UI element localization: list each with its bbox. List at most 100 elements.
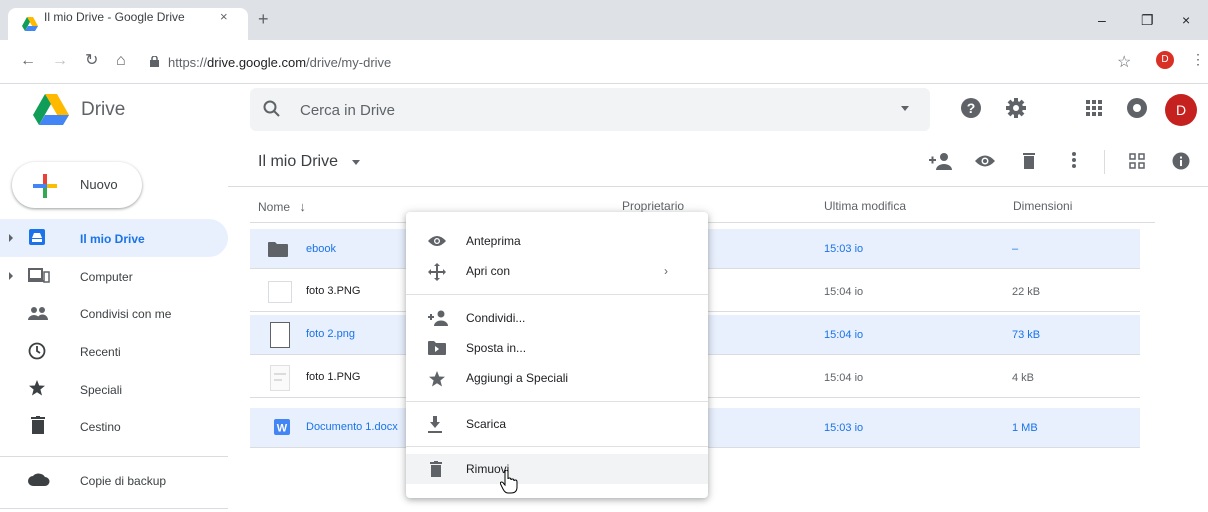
file-modified: 15:04 io — [824, 286, 864, 298]
image-thumbnail-icon — [270, 322, 290, 348]
star-icon — [429, 371, 445, 387]
apps-grid-icon[interactable] — [1086, 100, 1102, 116]
column-header-name-label: Nome — [258, 200, 291, 214]
menu-separator — [406, 294, 708, 295]
download-icon — [428, 416, 442, 433]
sidebar-item-shared[interactable]: Condivisi con me — [80, 307, 171, 321]
folder-icon — [268, 242, 288, 257]
menu-separator — [406, 401, 708, 402]
menu-separator — [406, 446, 708, 447]
menu-item-label: Apri con — [466, 264, 511, 278]
menu-item-label: Aggiungi a Speciali — [466, 371, 569, 385]
word-document-icon: W — [274, 419, 290, 435]
file-name: foto 3.PNG — [306, 285, 361, 297]
svg-text:W: W — [277, 423, 288, 435]
sort-arrow-down-icon[interactable]: ↓ — [299, 199, 306, 214]
url-path: /drive/my-drive — [306, 55, 392, 70]
svg-text:?: ? — [967, 100, 976, 116]
info-icon[interactable] — [1172, 152, 1190, 170]
browser-profile-avatar[interactable]: D — [1156, 51, 1174, 69]
chevron-right-icon: › — [664, 264, 668, 278]
sidebar-divider — [0, 456, 228, 457]
search-options-icon[interactable] — [901, 106, 909, 111]
sidebar-item-computer[interactable]: Computer — [80, 270, 133, 284]
sidebar-bottom-divider — [0, 508, 228, 509]
url-scheme: https:// — [168, 55, 208, 70]
page-title[interactable]: Il mio Drive — [258, 153, 338, 171]
lock-icon — [150, 56, 159, 67]
sidebar-item-backups[interactable]: Copie di backup — [80, 474, 166, 488]
menu-item-move[interactable]: Sposta in... — [406, 333, 708, 363]
menu-item-label: Condividi... — [466, 311, 526, 325]
menu-item-label: Sposta in... — [466, 341, 527, 355]
tab-close-icon[interactable]: × — [220, 9, 228, 24]
drive-favicon-icon — [22, 17, 38, 31]
image-thumbnail-icon — [268, 281, 292, 303]
column-header-size[interactable]: Dimensioni — [1013, 199, 1072, 213]
new-button[interactable] — [12, 162, 142, 208]
menu-item-label: Anteprima — [466, 234, 521, 248]
trash-icon — [31, 416, 45, 434]
menu-item-download[interactable]: Scarica — [406, 409, 708, 439]
bookmark-star-icon[interactable]: ☆ — [1117, 52, 1131, 72]
file-modified: 15:03 io — [824, 422, 864, 434]
back-icon[interactable]: ← — [20, 53, 36, 69]
column-header-modified[interactable]: Ultima modifica — [824, 199, 906, 213]
file-size: 73 kB — [1012, 329, 1041, 341]
column-header-owner[interactable]: Proprietario — [622, 199, 684, 213]
minimize-button[interactable]: – — [1098, 12, 1106, 28]
menu-item-share[interactable]: Condividi... — [406, 303, 708, 333]
more-options-icon[interactable] — [1072, 152, 1076, 168]
expand-arrow-icon[interactable] — [9, 272, 13, 280]
delete-trash-icon[interactable] — [1023, 152, 1035, 169]
menu-item-add-starred[interactable]: Aggiungi a Speciali — [406, 363, 708, 393]
home-icon[interactable]: ⌂ — [116, 53, 126, 69]
restore-button[interactable]: ❐ — [1141, 12, 1154, 29]
preview-eye-icon[interactable] — [975, 154, 995, 168]
page-title-dropdown-icon[interactable] — [352, 160, 360, 165]
menu-item-label: Scarica — [466, 417, 507, 431]
notifications-icon[interactable] — [1126, 97, 1148, 119]
file-modified: 15:03 io — [824, 243, 864, 255]
forward-icon[interactable]: → — [52, 53, 68, 69]
help-icon[interactable]: ? — [960, 97, 982, 119]
toolbar-separator — [1104, 150, 1105, 174]
person-add-icon — [428, 310, 448, 326]
content-divider — [228, 186, 1208, 187]
menu-item-open-with[interactable]: Apri con › — [406, 256, 708, 286]
url-host: drive.google.com — [207, 55, 307, 70]
menu-item-preview[interactable]: Anteprima — [406, 226, 708, 256]
search-icon[interactable] — [262, 99, 282, 119]
sidebar-item-starred[interactable]: Speciali — [80, 383, 122, 397]
cloud-icon — [28, 473, 50, 486]
settings-gear-icon[interactable] — [1005, 97, 1027, 119]
folder-move-icon — [428, 341, 446, 355]
expand-arrow-icon[interactable] — [9, 234, 13, 242]
share-person-add-icon[interactable] — [929, 152, 953, 170]
file-modified: 15:04 io — [824, 372, 864, 384]
reload-icon[interactable]: ↻ — [85, 53, 98, 69]
sidebar-item-trash[interactable]: Cestino — [80, 420, 121, 434]
drive-logo-icon[interactable] — [33, 94, 69, 125]
column-header-name[interactable]: Nome ↓ — [258, 199, 306, 214]
file-name: ebook — [306, 243, 336, 255]
my-drive-icon — [29, 229, 45, 245]
search-input[interactable]: Cerca in Drive — [300, 102, 395, 119]
window-close-button[interactable]: × — [1182, 12, 1190, 28]
new-tab-button[interactable]: + — [258, 10, 269, 28]
clock-icon — [28, 342, 46, 360]
file-name: foto 1.PNG — [306, 371, 361, 383]
grid-view-icon[interactable] — [1129, 153, 1145, 169]
account-avatar[interactable]: D — [1165, 94, 1197, 126]
menu-item-remove[interactable]: Rimuovi — [406, 454, 708, 484]
sidebar-item-my-drive[interactable]: Il mio Drive — [80, 232, 145, 246]
browser-tab-title: Il mio Drive - Google Drive — [44, 10, 185, 24]
new-button-label: Nuovo — [80, 177, 118, 192]
file-size: 1 MB — [1012, 422, 1038, 434]
move-icon — [428, 263, 446, 281]
trash-icon — [430, 461, 442, 477]
url-field[interactable]: https://drive.google.com/drive/my-drive — [168, 55, 391, 70]
browser-menu-icon[interactable]: ⋮ — [1191, 51, 1205, 68]
sidebar-item-recent[interactable]: Recenti — [80, 345, 121, 359]
file-size: – — [1012, 243, 1019, 255]
